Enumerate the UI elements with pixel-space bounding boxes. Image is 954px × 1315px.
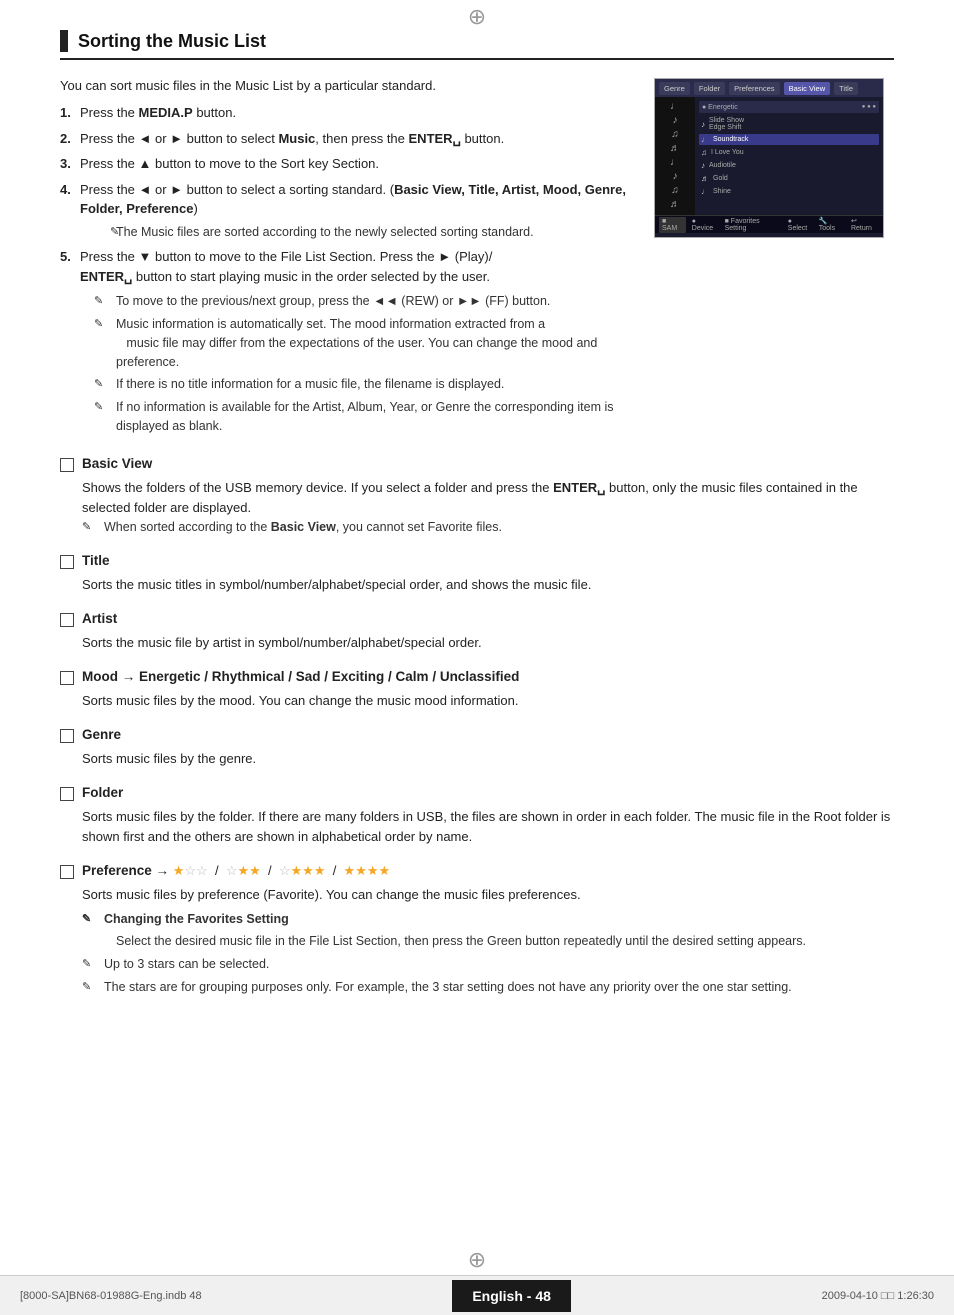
tv-content: ♩ ♪ ♫ ♬ ♩ ♪ ♫ ♬ ● Energetic ● bbox=[655, 97, 883, 215]
subsection-title-title: Title bbox=[82, 553, 110, 568]
step-1: 1. Press the MEDIA.P button. bbox=[60, 103, 634, 123]
pref-note-3: ✎ Up to 3 stars can be selected. bbox=[82, 955, 894, 974]
subsection-basic-view-header: Basic View bbox=[60, 456, 894, 472]
checkbox-folder bbox=[60, 787, 74, 801]
checkbox-title bbox=[60, 555, 74, 569]
subsection-genre: Genre Sorts music files by the genre. bbox=[60, 727, 894, 769]
subsections-container: Basic View Shows the folders of the USB … bbox=[60, 456, 894, 997]
step-3: 3. Press the ▲ button to move to the Sor… bbox=[60, 154, 634, 174]
intro-area: You can sort music files in the Music Li… bbox=[60, 78, 894, 440]
step5-note-1: ✎ To move to the previous/next group, pr… bbox=[80, 292, 634, 311]
tv-bottom-bar: ■ SAM ● Device ■ Favorites Setting ● Sel… bbox=[655, 215, 883, 233]
tv-tab-preferences: Preferences bbox=[729, 82, 779, 95]
footer-right: 2009-04-10 □□ 1:26:30 bbox=[822, 1290, 934, 1302]
subsection-title-body: Sorts the music titles in symbol/number/… bbox=[60, 575, 894, 595]
subsection-title: Title Sorts the music titles in symbol/n… bbox=[60, 553, 894, 595]
section-title-bar bbox=[60, 30, 68, 52]
checkbox-artist bbox=[60, 613, 74, 627]
tv-screenshot: Genre Folder Preferences Basic View Titl… bbox=[654, 78, 884, 238]
checkbox-preference bbox=[60, 865, 74, 879]
tv-btn-sam: ■ SAM bbox=[659, 217, 686, 233]
tv-file-rows: ♪ Slide ShowEdge Shift ♩ Soundtrack ♫ I … bbox=[699, 116, 879, 197]
subsection-basic-view: Basic View Shows the folders of the USB … bbox=[60, 456, 894, 537]
main-content: Sorting the Music List You can sort musi… bbox=[0, 0, 954, 1033]
subsection-mood-title: Mood → Energetic / Rhythmical / Sad / Ex… bbox=[82, 669, 519, 684]
step-2: 2. Press the ◄ or ► button to select Mus… bbox=[60, 129, 634, 149]
tv-file-row-1: ♪ Slide ShowEdge Shift bbox=[699, 116, 879, 132]
section-title: Sorting the Music List bbox=[78, 31, 266, 52]
subsection-preference-body: Sorts music files by preference (Favorit… bbox=[60, 885, 894, 996]
checkbox-genre bbox=[60, 729, 74, 743]
step5-note-2: ✎ Music information is automatically set… bbox=[80, 315, 634, 371]
tv-screenshot-container: Genre Folder Preferences Basic View Titl… bbox=[654, 78, 894, 440]
tv-top-bar: Genre Folder Preferences Basic View Titl… bbox=[655, 79, 883, 97]
tv-file-row-6: ♩ Shine bbox=[699, 186, 879, 197]
step-4-note: ✎ The Music files are sorted according t… bbox=[60, 223, 634, 242]
reg-mark-top: ⊕ bbox=[468, 4, 486, 30]
pref-note-2: Select the desired music file in the Fil… bbox=[82, 932, 894, 951]
subsection-basic-view-body: Shows the folders of the USB memory devi… bbox=[60, 478, 894, 537]
tv-left-panel: ♩ ♪ ♫ ♬ ♩ ♪ ♫ ♬ bbox=[655, 97, 695, 215]
subsection-title-header: Title bbox=[60, 553, 894, 569]
subsection-genre-body: Sorts music files by the genre. bbox=[60, 749, 894, 769]
subsection-genre-header: Genre bbox=[60, 727, 894, 743]
tv-filter-row: ● Energetic ● ● ● bbox=[699, 101, 879, 113]
subsection-genre-title: Genre bbox=[82, 727, 121, 742]
subsection-artist: Artist Sorts the music file by artist in… bbox=[60, 611, 894, 653]
step5-notes: ✎ To move to the previous/next group, pr… bbox=[60, 292, 634, 435]
checkbox-basic-view bbox=[60, 458, 74, 472]
page-container: ⊕ Sorting the Music List You can sort mu… bbox=[0, 0, 954, 1315]
step-5: 5. Press the ▼ button to move to the Fil… bbox=[60, 247, 634, 286]
note-icon-1: ✎ bbox=[110, 224, 119, 241]
subsection-folder-title: Folder bbox=[82, 785, 123, 800]
subsection-artist-title: Artist bbox=[82, 611, 117, 626]
tv-tab-basicview: Basic View bbox=[784, 82, 831, 95]
subsection-folder: Folder Sorts music files by the folder. … bbox=[60, 785, 894, 847]
tv-file-row-3: ♫ I Love You bbox=[699, 147, 879, 158]
page-footer: [8000-SA]BN68-01988G-Eng.indb 48 English… bbox=[0, 1275, 954, 1315]
checkbox-mood bbox=[60, 671, 74, 685]
steps-list: 1. Press the MEDIA.P button. 2. Press th… bbox=[60, 103, 634, 286]
subsection-preference-title: Preference → bbox=[82, 863, 173, 878]
basic-view-note-1: ✎ When sorted according to the Basic Vie… bbox=[82, 518, 894, 537]
page-number-box: English - 48 bbox=[452, 1280, 571, 1312]
page-number-label: English - 48 bbox=[472, 1288, 551, 1304]
tv-file-row-5: ♬ Gold bbox=[699, 173, 879, 184]
tv-right-panel: ● Energetic ● ● ● ♪ Slide ShowEdge Shift… bbox=[695, 97, 883, 215]
tv-file-row-2: ♩ Soundtrack bbox=[699, 134, 879, 145]
footer-left: [8000-SA]BN68-01988G-Eng.indb 48 bbox=[20, 1290, 202, 1302]
intro-text-column: You can sort music files in the Music Li… bbox=[60, 78, 634, 440]
preference-stars: ★☆☆ / ☆★★ / ☆★★★ / ★★★★ bbox=[173, 863, 390, 879]
subsection-folder-header: Folder bbox=[60, 785, 894, 801]
tv-tab-genre: Genre bbox=[659, 82, 690, 95]
subsection-basic-view-title: Basic View bbox=[82, 456, 152, 471]
tv-file-row-4: ♪ Audiotile bbox=[699, 160, 879, 171]
subsection-mood-header: Mood → Energetic / Rhythmical / Sad / Ex… bbox=[60, 669, 894, 685]
step5-note-3: ✎ If there is no title information for a… bbox=[80, 375, 634, 394]
pref-note-1: ✎ Changing the Favorites Setting bbox=[82, 910, 894, 929]
section-header: Sorting the Music List bbox=[60, 30, 894, 60]
subsection-mood-body: Sorts music files by the mood. You can c… bbox=[60, 691, 894, 711]
reg-mark-bottom: ⊕ bbox=[468, 1247, 486, 1273]
step-4: 4. Press the ◄ or ► button to select a s… bbox=[60, 180, 634, 219]
subsection-artist-header: Artist bbox=[60, 611, 894, 627]
subsection-preference-header: Preference → ★☆☆ / ☆★★ / ☆★★★ / ★★★★ bbox=[60, 863, 894, 879]
intro-paragraph: You can sort music files in the Music Li… bbox=[60, 78, 634, 93]
subsection-preference: Preference → ★☆☆ / ☆★★ / ☆★★★ / ★★★★ Sor… bbox=[60, 863, 894, 996]
subsection-folder-body: Sorts music files by the folder. If ther… bbox=[60, 807, 894, 847]
pref-note-4: ✎ The stars are for grouping purposes on… bbox=[82, 978, 894, 997]
tv-tab-title: Title bbox=[834, 82, 858, 95]
subsection-artist-body: Sorts the music file by artist in symbol… bbox=[60, 633, 894, 653]
step5-note-4: ✎ If no information is available for the… bbox=[80, 398, 634, 436]
tv-tab-folder: Folder bbox=[694, 82, 725, 95]
subsection-mood: Mood → Energetic / Rhythmical / Sad / Ex… bbox=[60, 669, 894, 711]
